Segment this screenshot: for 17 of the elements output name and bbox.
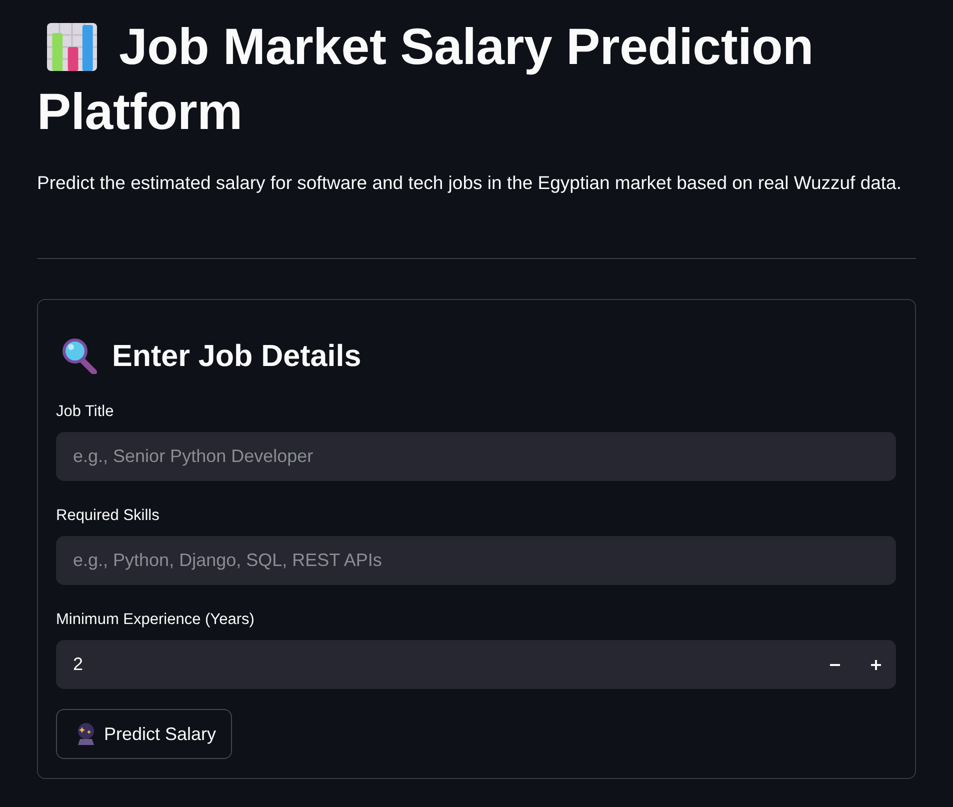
predict-salary-button[interactable]: Predict Salary [56,709,232,759]
search-icon [62,338,98,374]
minus-icon [830,664,840,666]
number-input-field[interactable]: 2 [56,640,815,689]
page-title: Job Market Salary Prediction [119,17,814,77]
text-input-field[interactable]: e.g., Senior Python Developer [56,432,896,481]
plus-icon [870,660,880,670]
page-title: Platform [37,82,242,142]
field-label: Minimum Experience (Years) [56,610,256,630]
increment-button[interactable] [855,640,896,689]
bar-chart-icon [47,22,97,70]
section-heading: Enter Job Details [112,338,362,375]
field-label: Job Title [56,402,115,422]
page-description: Predict the estimated salary for software and tech jobs in the Egyptian market based on real Wuzzuf data. [37,171,902,195]
crystal-ball-icon [77,723,95,745]
field-label: Required Skills [56,506,160,526]
text-input-field[interactable]: e.g., Python, Django, SQL, REST APIs [56,536,896,585]
